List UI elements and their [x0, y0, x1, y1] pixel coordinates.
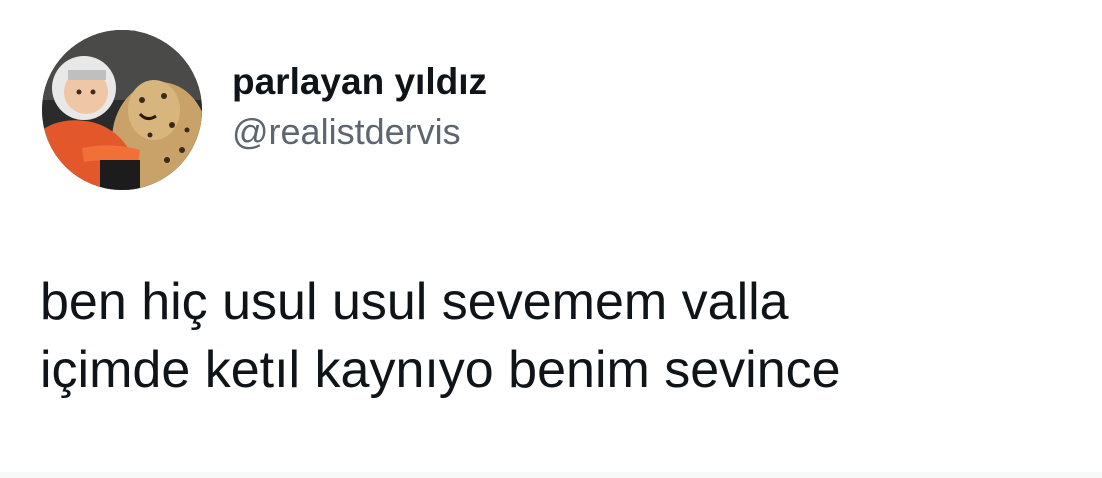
user-handle[interactable]: @realistdervis [232, 109, 487, 155]
tweet-text: ben hiç usul usul sevemem valla içimde k… [40, 268, 1080, 404]
tweet-line-1: ben hiç usul usul sevemem valla [40, 273, 789, 331]
tweet-header: parlayan yıldız @realistdervis [42, 30, 487, 190]
avatar-image [42, 30, 202, 190]
bottom-divider [0, 472, 1102, 478]
display-name[interactable]: parlayan yıldız [232, 59, 487, 105]
avatar[interactable] [42, 30, 202, 190]
tweet-card: parlayan yıldız @realistdervis ben hiç u… [0, 0, 1102, 478]
tweet-line-2: içimde ketıl kaynıyo benim sevince [40, 341, 841, 399]
user-info: parlayan yıldız @realistdervis [232, 61, 487, 155]
